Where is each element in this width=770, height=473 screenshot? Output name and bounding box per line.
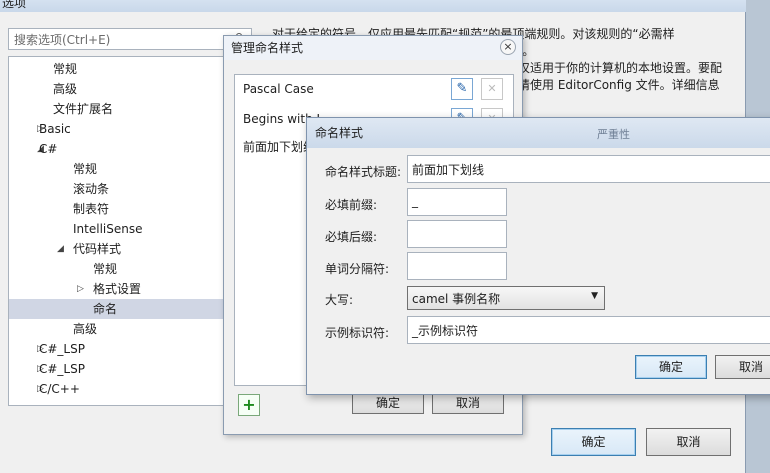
tree-item[interactable]: 高级 [9,79,251,99]
tree-item[interactable]: ▷ C#_LSP [9,359,251,379]
tree-item[interactable]: ▷ 格式设置 [9,279,251,299]
delete-icon[interactable]: ✕ [481,78,503,100]
tree-item-label: 常规 [53,62,78,76]
sample-identifier-field: _示例标识符 [407,316,770,344]
close-icon[interactable]: × [500,39,516,55]
tree-item[interactable]: ◢ C# [9,139,251,159]
style-cancel-button[interactable]: 取消 [715,355,770,379]
manage-cancel-button[interactable]: 取消 [432,392,504,414]
tree-item-label: C/C++ [39,382,80,396]
tree-item[interactable]: 文件扩展名 [9,99,251,119]
tree-item-label: 高级 [73,322,98,336]
tree-item[interactable]: 滚动条 [9,179,251,199]
style-title-input[interactable]: 前面加下划线 [407,155,770,183]
naming-style-title: 命名样式 [307,118,770,148]
list-item[interactable]: Pascal Case ✎ ✕ [235,75,513,103]
search-placeholder: 搜索选项(Ctrl+E) [14,33,111,47]
tree-item-label: 滚动条 [73,182,110,196]
tree-item-label: IntelliSense [73,222,143,236]
tree-item-label: 高级 [53,82,78,96]
tree-item[interactable]: 制表符 [9,199,251,219]
tree-item-label: C# [39,142,58,156]
tree-item[interactable]: ▷ C#_LSP [9,339,251,359]
tree-item[interactable]: IntelliSense [9,219,251,239]
tree-item-label: C#_LSP [39,362,85,376]
separator-input[interactable] [407,252,507,280]
tree-item-label: 常规 [73,162,98,176]
expand-arrow-icon[interactable]: ▷ [77,279,84,299]
naming-style-label: 前面加下划线 [243,140,316,154]
options-ok-button[interactable]: 确定 [551,428,636,456]
tree-item-label: 代码样式 [73,242,122,256]
options-cancel-button[interactable]: 取消 [646,428,731,456]
search-input[interactable]: 搜索选项(Ctrl+E) ⚲ [8,28,252,50]
tree-item-label: 命名 [93,302,118,316]
case-select[interactable]: camel 事例名称 ▼ [407,286,605,310]
sample-label: 示例标识符: [325,326,390,340]
tree-item-label: 制表符 [73,202,110,216]
tree-item-label: Basic [39,122,71,136]
title-label: 命名样式标题: [325,165,402,179]
prefix-label: 必填前缀: [325,198,378,212]
collapse-arrow-icon[interactable]: ◢ [57,239,64,259]
tree-item-label: 文件扩展名 [53,102,114,116]
dropdown-arrow-icon[interactable]: ▼ [591,291,598,301]
options-tree[interactable]: 常规 高级 文件扩展名 ▷ Basic ◢ C# 常规 滚动条 制表符 IntelliSense ◢ 代… [8,56,252,406]
tree-item[interactable]: 常规 [9,159,251,179]
add-icon[interactable]: + [238,394,260,416]
tree-item-label: 常规 [93,262,118,276]
pencil-icon[interactable]: ✎ [451,78,473,100]
tree-item[interactable]: 命名 [9,299,251,319]
case-label: 大写: [325,293,354,307]
manage-dialog-title: 管理命名样式 [224,36,522,60]
naming-style-label: Pascal Case [243,82,314,96]
tree-item-label: 格式设置 [93,282,142,296]
options-title: 选项 [0,0,746,12]
suffix-input[interactable] [407,220,507,248]
tree-item[interactable]: ▷ C/C++ [9,379,251,399]
tree-item[interactable]: ▷ Basic [9,119,251,139]
tree-item[interactable]: 高级 [9,319,251,339]
suffix-label: 必填后缀: [325,230,378,244]
style-ok-button[interactable]: 确定 [635,355,707,379]
tree-item-label: C#_LSP [39,342,85,356]
separator-label: 单词分隔符: [325,262,390,276]
case-select-value: camel 事例名称 [412,292,501,306]
tree-item[interactable]: 常规 [9,59,251,79]
tree-item[interactable]: ◢ 代码样式 [9,239,251,259]
manage-ok-button[interactable]: 确定 [352,392,424,414]
naming-style-dialog: 命名样式 严重性 命名样式标题: 前面加下划线 必填前缀: _ 必填后缀: 单词… [306,117,770,395]
prefix-input[interactable]: _ [407,188,507,216]
tree-item[interactable]: 常规 [9,259,251,279]
ghost-severity-text: 严重性 [597,128,630,141]
